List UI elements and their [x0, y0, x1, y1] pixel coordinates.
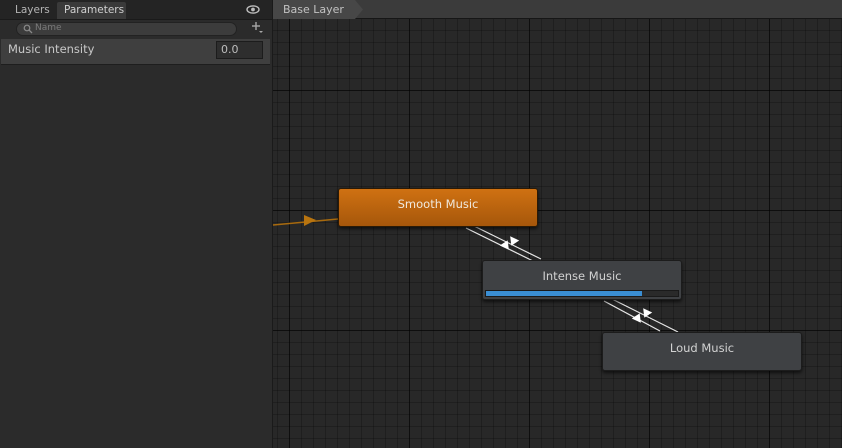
state-node-smooth-music[interactable]: Smooth Music	[338, 188, 538, 227]
state-label: Intense Music	[542, 269, 622, 283]
search-input[interactable]: Name	[16, 22, 237, 36]
parameters-panel: Layers Parameters Name Music Intensity 0…	[0, 0, 273, 448]
state-label: Loud Music	[669, 341, 735, 355]
tab-parameters[interactable]: Parameters	[57, 2, 126, 19]
eye-icon[interactable]	[246, 5, 260, 14]
breadcrumb-item-base-layer[interactable]: Base Layer	[273, 0, 355, 19]
search-icon	[23, 24, 33, 34]
state-label: Smooth Music	[397, 197, 479, 211]
state-progress-bar	[485, 290, 679, 297]
parameter-name: Music Intensity	[8, 42, 95, 56]
state-node-intense-music[interactable]: Intense Music	[482, 260, 682, 300]
breadcrumb: Base Layer	[273, 0, 842, 19]
state-node-loud-music[interactable]: Loud Music	[602, 332, 802, 371]
state-progress-fill	[486, 291, 642, 296]
parameter-row[interactable]: Music Intensity 0.0	[1, 39, 270, 65]
search-placeholder: Name	[35, 23, 62, 33]
tab-layers[interactable]: Layers	[8, 2, 56, 19]
search-row: Name	[0, 20, 272, 37]
plus-dropdown-icon[interactable]	[251, 21, 263, 33]
breadcrumb-arrow-icon	[355, 0, 363, 19]
parameter-value-field[interactable]: 0.0	[216, 41, 263, 59]
panel-tabbar: Layers Parameters	[0, 0, 272, 20]
